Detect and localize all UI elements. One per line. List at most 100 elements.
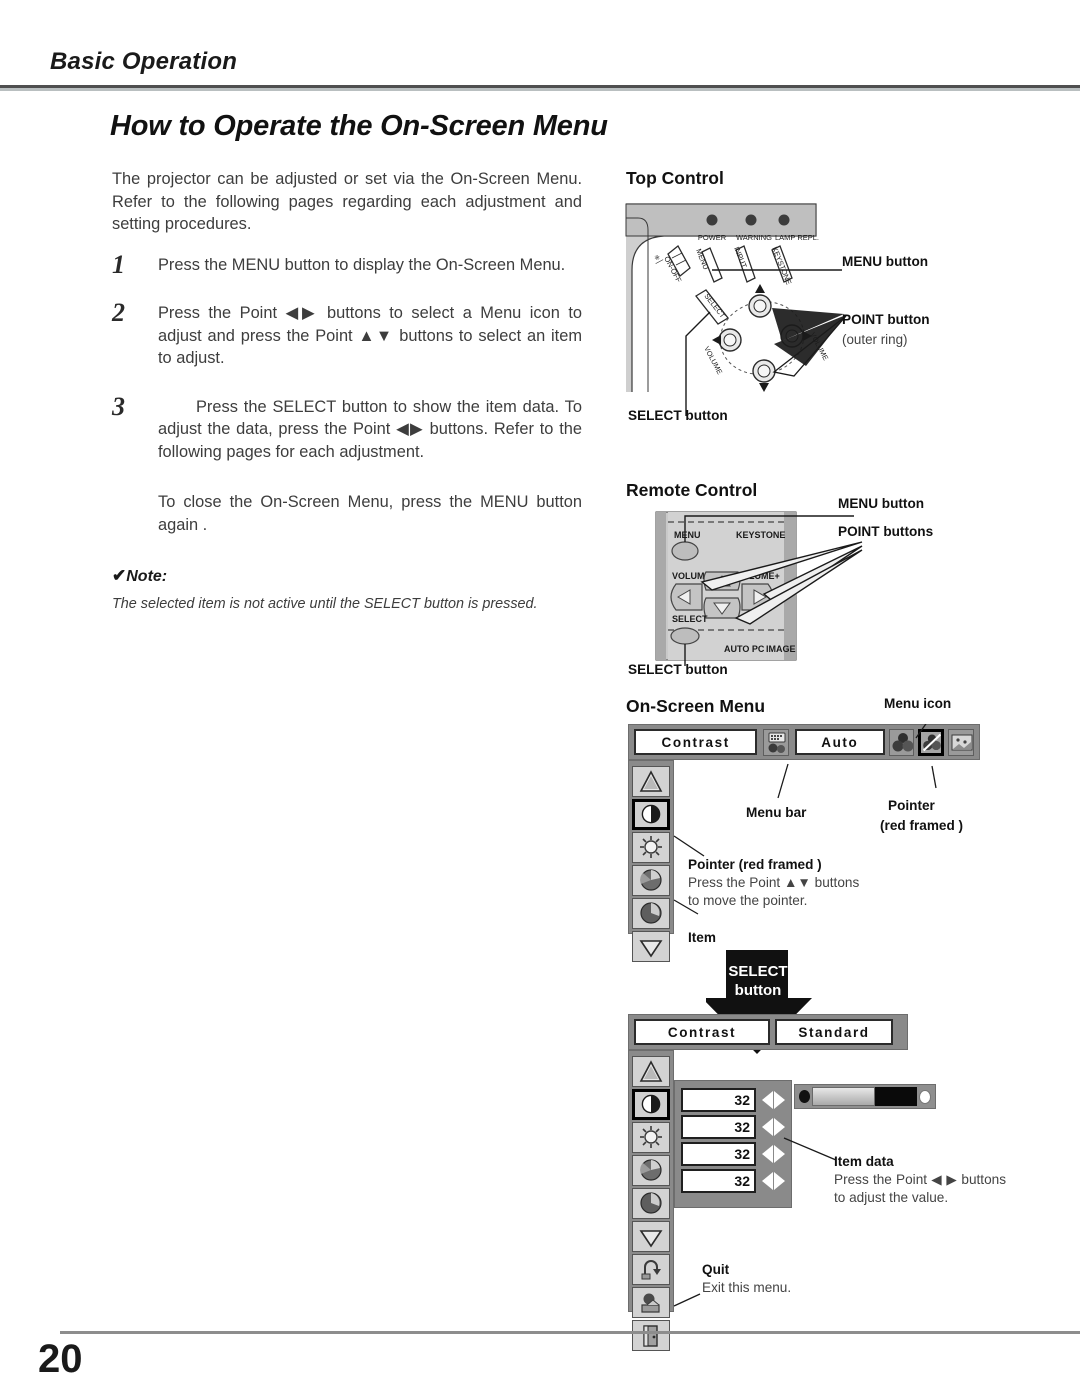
value-row[interactable]: 32 — [681, 1115, 785, 1139]
left-right-arrows-icon[interactable] — [762, 1145, 785, 1163]
step-1: 1 Press the MENU button to display the O… — [112, 250, 582, 279]
pointer-desc-line1: Press the Point ▲▼ buttons — [688, 875, 860, 890]
callout-item: Item — [688, 930, 716, 945]
svg-text:LAMP REPL.: LAMP REPL. — [775, 233, 819, 242]
svg-text:IMAGE: IMAGE — [766, 644, 796, 654]
select-arrow-label: SELECT button — [716, 962, 800, 1000]
step-2-number: 2 — [112, 298, 125, 327]
step-2: 2 Press the Point ◀▶ buttons to select a… — [112, 298, 582, 370]
svg-text:POWER: POWER — [698, 233, 727, 242]
pointer-selected-icon[interactable] — [918, 728, 945, 756]
slider-knob-left[interactable] — [799, 1090, 811, 1103]
slider-empty-track — [874, 1087, 917, 1106]
callout-remote-point-buttons: POINT buttons — [838, 524, 934, 539]
svg-text:INPUT: INPUT — [732, 245, 749, 269]
callout-top-menu-button: MENU button — [842, 254, 929, 269]
callout-menu-icon: Menu icon — [884, 696, 952, 711]
header-rule-light — [0, 88, 1080, 91]
svg-text:KEYSTONE: KEYSTONE — [736, 530, 785, 540]
osd-bottom-sidebar[interactable] — [628, 1050, 674, 1351]
osd-top-field-contrast[interactable]: Contrast — [634, 729, 758, 755]
osd-bottom-menubar[interactable]: Contrast Standard — [628, 1014, 908, 1050]
step-1-text: Press the MENU button to display the On-… — [158, 255, 566, 274]
value-box-3[interactable]: 32 — [681, 1142, 756, 1166]
page-title: How to Operate the On-Screen Menu — [110, 110, 608, 142]
pointer-desc-line2: to move the pointer. — [688, 892, 808, 908]
value-row[interactable]: 32 — [681, 1088, 785, 1112]
select-arrow-line1: SELECT — [728, 963, 788, 980]
sidebar2-icon-reset[interactable] — [632, 1254, 670, 1285]
value-box-2[interactable]: 32 — [681, 1115, 756, 1139]
callout-remote-select-button: SELECT button — [628, 662, 728, 677]
top-control-heading: Top Control — [626, 168, 724, 188]
left-right-arrows-icon[interactable] — [762, 1091, 785, 1109]
callout-top-select-button: SELECT button — [628, 408, 728, 423]
sidebar2-icon-quit[interactable] — [632, 1320, 670, 1351]
osd-value-panel[interactable]: 32 32 32 32 — [674, 1080, 792, 1208]
svg-text:KEYSTONE: KEYSTONE — [770, 245, 793, 286]
sidebar2-icon-keystone[interactable] — [632, 1056, 670, 1087]
intro-paragraph: The projector can be adjusted or set via… — [112, 170, 582, 233]
remote-control-heading: Remote Control — [626, 480, 758, 500]
sidebar2-icon-contrast[interactable] — [632, 1089, 670, 1120]
check-icon: ✔ — [112, 566, 127, 585]
left-right-arrows-icon[interactable] — [762, 1172, 785, 1190]
manual-page: Basic Operation How to Operate the On-Sc… — [0, 0, 1080, 1397]
sidebar-icon-scroll-down[interactable] — [632, 931, 670, 962]
running-head: Basic Operation — [50, 48, 238, 75]
svg-text:WARNING: WARNING — [736, 233, 772, 242]
callout-menu-bar: Menu bar — [746, 805, 807, 820]
top-control-figure: POWER WARNING LAMP REPL. ON-OFF MENU INP… — [624, 196, 1044, 416]
value-row[interactable]: 32 — [681, 1169, 785, 1193]
osd-value-slider[interactable] — [794, 1084, 936, 1109]
callout-quit: Quit — [702, 1262, 730, 1277]
sidebar-icon-contrast[interactable] — [632, 799, 670, 830]
screen-icon[interactable] — [948, 728, 975, 756]
step-1-number: 1 — [112, 249, 125, 279]
onscreen-menu-heading: On-Screen Menu — [626, 696, 766, 716]
menu-icon-image[interactable] — [763, 728, 789, 756]
sidebar-icon-tint[interactable] — [632, 898, 670, 929]
osd-top-field-auto[interactable]: Auto — [795, 729, 885, 755]
page-number: 20 — [38, 1337, 83, 1381]
sidebar2-icon-store[interactable] — [632, 1287, 670, 1318]
step-3-number: 3 — [112, 391, 125, 421]
slider-knob-right[interactable] — [918, 1089, 931, 1104]
slider-filled-track — [812, 1087, 875, 1106]
sidebar2-icon-brightness[interactable] — [632, 1122, 670, 1153]
sidebar2-icon-color[interactable] — [632, 1155, 670, 1186]
osd-top-sidebar[interactable] — [628, 760, 674, 962]
svg-text:AUTO PC: AUTO PC — [724, 644, 765, 654]
left-right-arrows-icon[interactable] — [762, 1118, 785, 1136]
sidebar2-icon-scroll-down[interactable] — [632, 1221, 670, 1252]
sidebar-icon-brightness[interactable] — [632, 832, 670, 863]
top-control-svg: POWER WARNING LAMP REPL. ON-OFF MENU INP… — [625, 203, 847, 416]
closing-note: To close the On-Screen Menu, press the M… — [112, 491, 582, 536]
note-title: Note: — [126, 568, 168, 585]
callout-top-point-sub: (outer ring) — [842, 332, 908, 347]
value-row[interactable]: 32 — [681, 1142, 785, 1166]
callout-pointer: Pointer — [888, 798, 935, 813]
osd-bottom-field-standard[interactable]: Standard — [775, 1019, 893, 1045]
sidebar-icon-keystone[interactable] — [632, 766, 670, 797]
value-box-1[interactable]: 32 — [681, 1088, 756, 1112]
callout-remote-menu-button: MENU button — [838, 496, 925, 511]
note-body: The selected item is not active until th… — [112, 596, 538, 612]
left-column: The projector can be adjusted or set via… — [112, 168, 582, 614]
sidebar-icon-color[interactable] — [632, 865, 670, 896]
select-arrow-line2: button — [734, 982, 782, 999]
svg-text:SELECT: SELECT — [672, 614, 708, 624]
osd-bottom-field-contrast[interactable]: Contrast — [634, 1019, 770, 1045]
color-balls-icon[interactable] — [888, 728, 915, 756]
footer-rule — [60, 1331, 1080, 1334]
svg-text:MENU: MENU — [674, 530, 701, 540]
step-2-text: Press the Point ◀▶ buttons to select a M… — [158, 304, 582, 367]
callout-pointer-desc: Press the Point ▲▼ buttons to move the p… — [688, 874, 908, 909]
sidebar2-icon-tint[interactable] — [632, 1188, 670, 1219]
value-box-4[interactable]: 32 — [681, 1169, 756, 1193]
callout-pointer-red-framed: Pointer (red framed ) — [688, 857, 822, 872]
osd-top-menubar[interactable]: Contrast Auto — [628, 724, 980, 760]
closing-text: To close the On-Screen Menu, press the M… — [158, 493, 582, 534]
step-3: 3 Press the SELECT button to show the it… — [112, 392, 582, 464]
note-heading: ✔Note: — [112, 566, 582, 586]
